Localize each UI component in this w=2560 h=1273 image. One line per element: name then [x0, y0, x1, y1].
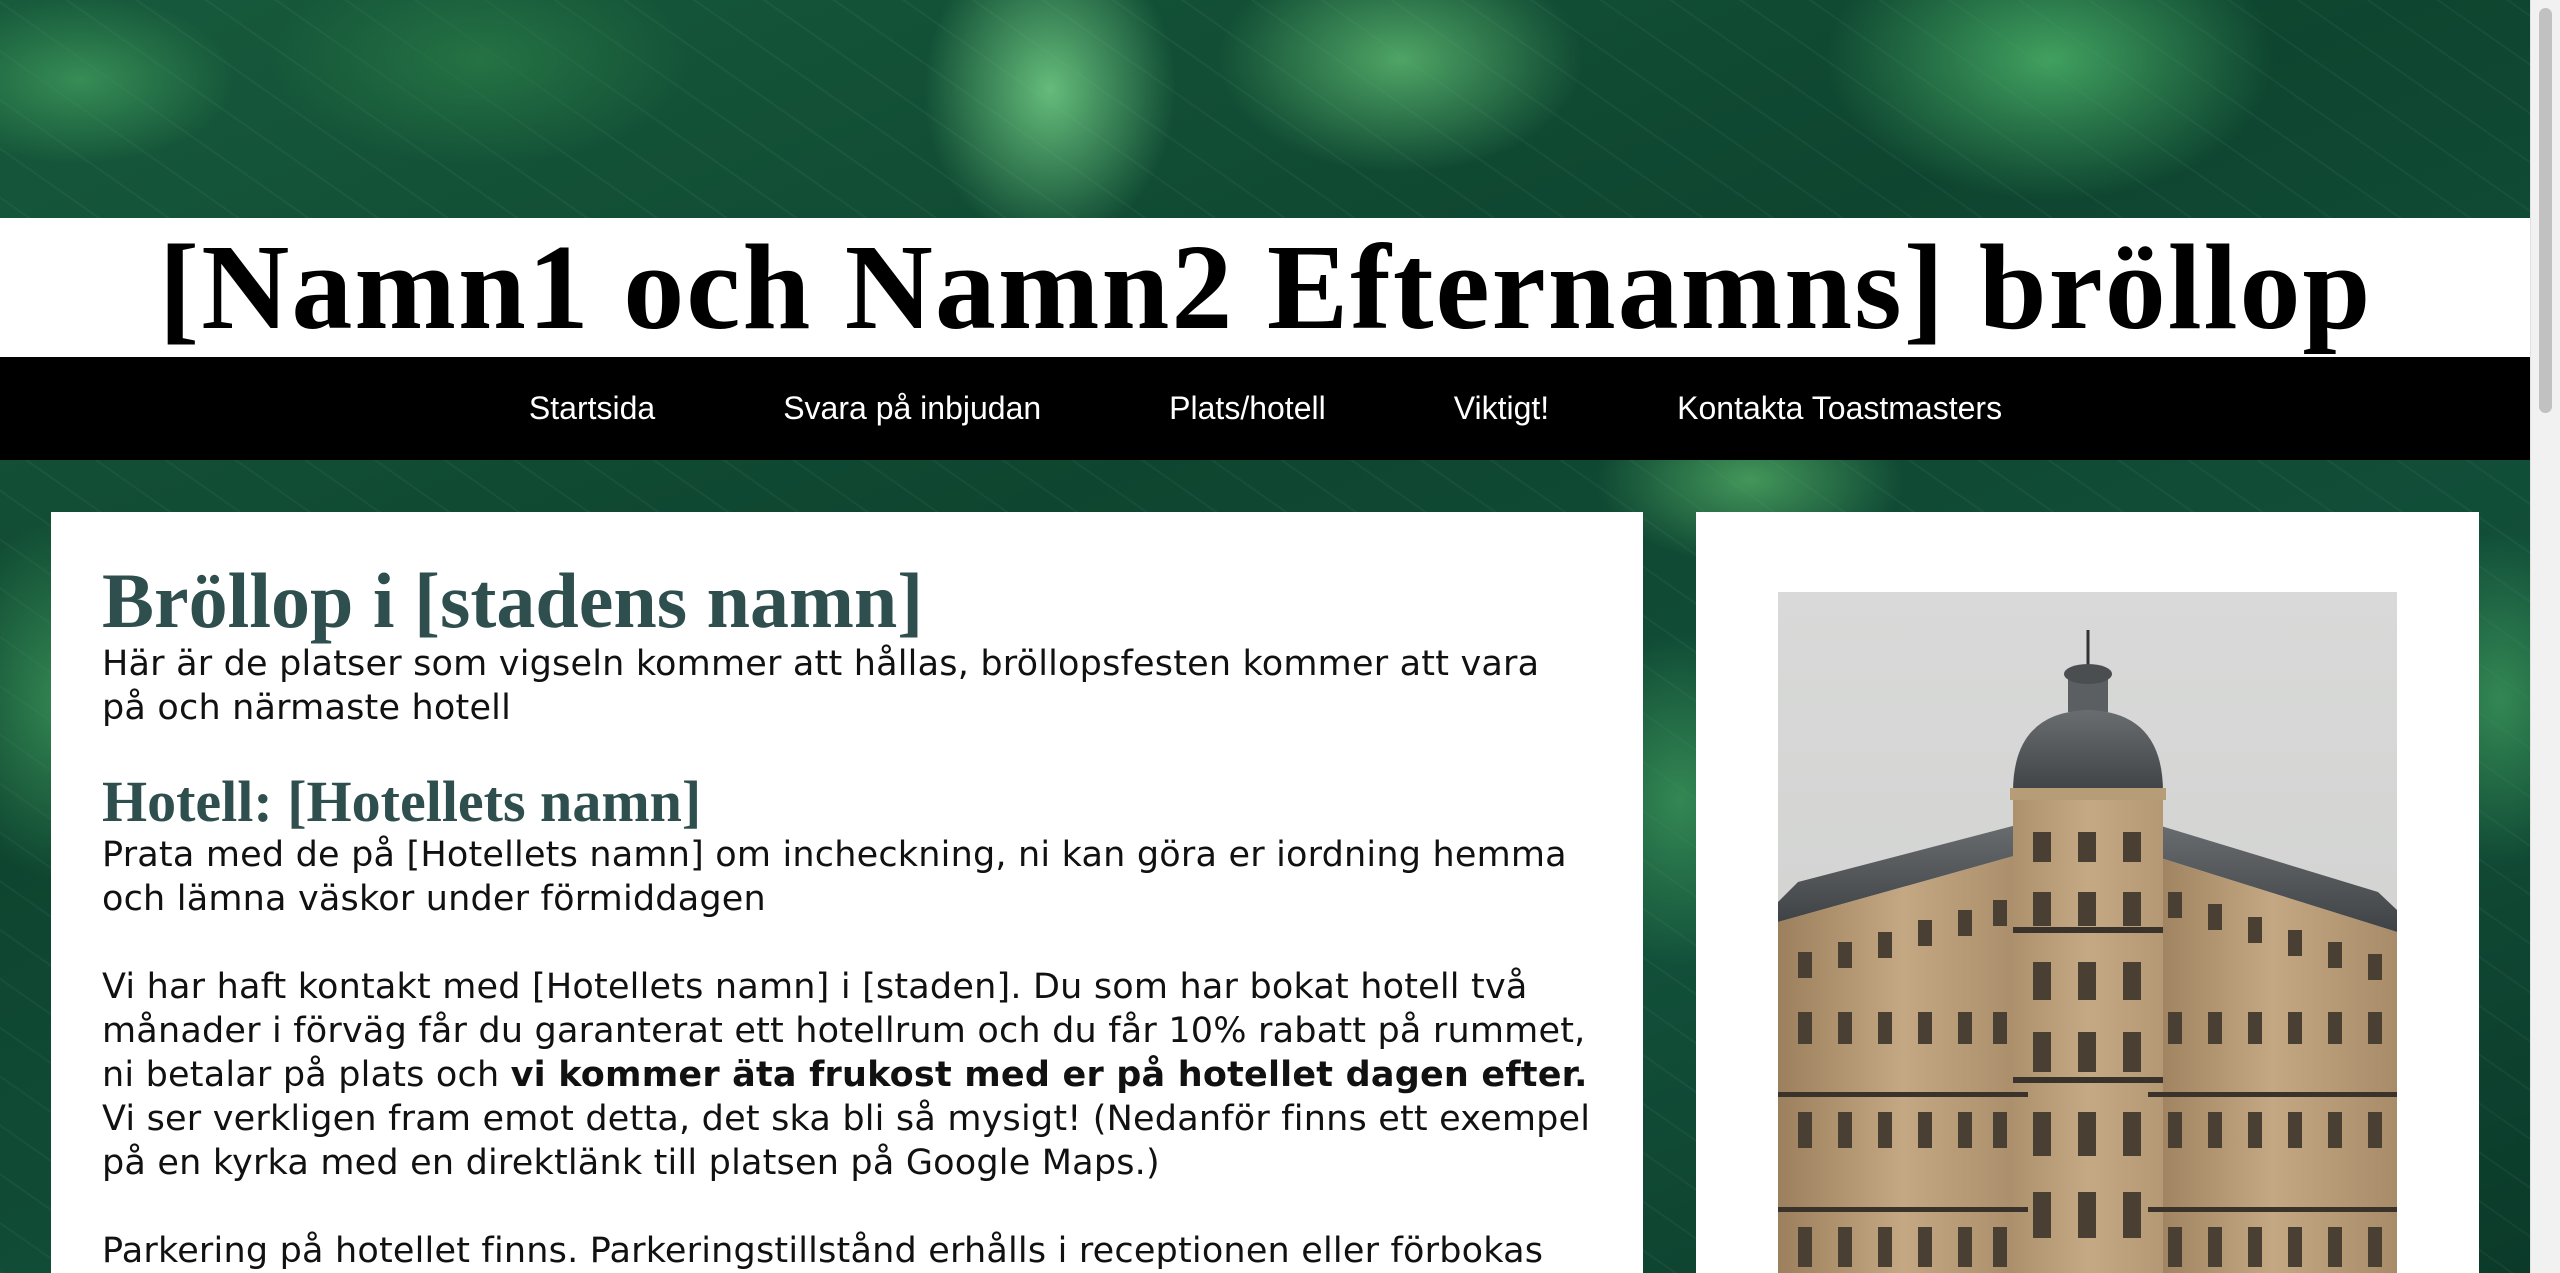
hotel-building-illustration	[1778, 630, 2397, 1273]
nav-item-plats-hotell[interactable]: Plats/hotell	[1105, 390, 1390, 427]
hotel-contact-text: Vi har haft kontakt med [Hotellets namn]…	[102, 965, 1593, 1185]
image-card	[1696, 512, 2479, 1273]
hotel-text: Prata med de på [Hotellets namn] om inch…	[102, 834, 1567, 919]
intro-text: Här är de platser som vigseln kommer att…	[102, 643, 1540, 728]
page-title: [Namn1 och Namn2 Efternamns] bröllop	[158, 219, 2373, 355]
contact-text-bold: vi kommer äta frukost med er på hotellet…	[510, 1054, 1588, 1095]
contact-text-part2: Vi ser verkligen fram emot detta, det sk…	[102, 1098, 1591, 1183]
parking-text: Parkering på hotellet finns. Parkeringst…	[102, 1230, 1544, 1271]
main-nav: Startsida Svara på inbjudan Plats/hotell…	[0, 357, 2531, 460]
vertical-scrollbar[interactable]	[2530, 0, 2560, 1273]
header-band: [Namn1 och Namn2 Efternamns] bröllop	[0, 218, 2531, 357]
scrollbar-thumb[interactable]	[2539, 8, 2552, 413]
section-heading: Bröllop i [stadens namn]	[102, 557, 924, 644]
hotel-heading: Hotell: [Hotellets namn]	[102, 768, 702, 834]
nav-item-kontakta[interactable]: Kontakta Toastmasters	[1613, 390, 2066, 427]
nav-item-startsida[interactable]: Startsida	[465, 390, 719, 427]
nav-item-viktigt[interactable]: Viktigt!	[1390, 390, 1613, 427]
nav-item-svara[interactable]: Svara på inbjudan	[719, 390, 1105, 427]
content-card: Bröllop i [stadens namn] Här är de plats…	[51, 512, 1643, 1273]
hotel-building-photo	[1778, 592, 2397, 1273]
